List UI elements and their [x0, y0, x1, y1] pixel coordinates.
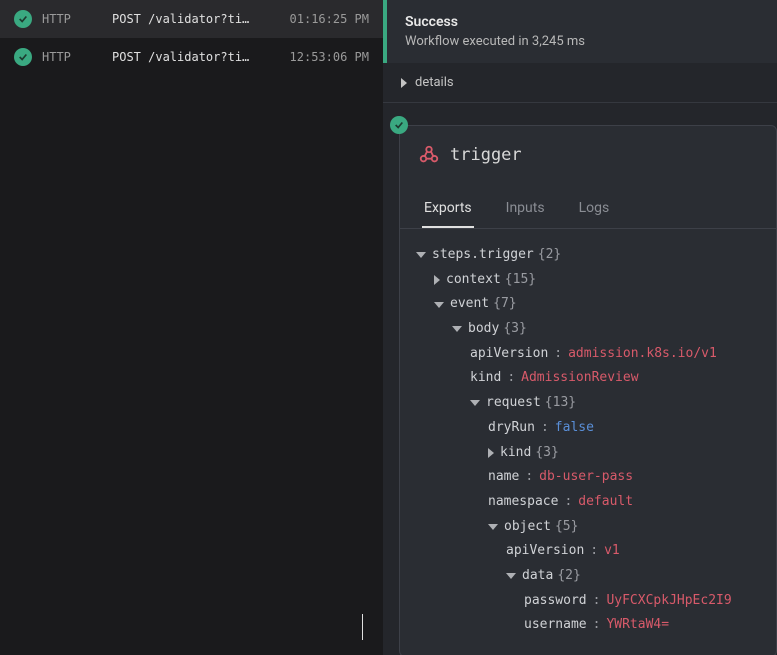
success-subtitle: Workflow executed in 3,245 ms: [405, 34, 759, 49]
tab-inputs[interactable]: Inputs: [504, 190, 547, 228]
trigger-header: trigger: [400, 126, 776, 182]
tree-node[interactable]: kind {3}: [416, 441, 760, 466]
trigger-card: trigger Exports Inputs Logs steps.trigge…: [399, 125, 777, 655]
tree-leaf[interactable]: apiVersion: v1: [416, 539, 760, 564]
tab-logs[interactable]: Logs: [577, 190, 612, 228]
tree-node[interactable]: steps.trigger {2}: [416, 243, 760, 268]
log-protocol: HTTP: [42, 50, 102, 64]
log-protocol: HTTP: [42, 12, 102, 26]
chevron-down-icon: [452, 326, 462, 332]
success-banner: Success Workflow executed in 3,245 ms: [383, 0, 777, 63]
trigger-title: trigger: [450, 145, 522, 165]
details-toggle[interactable]: details: [383, 63, 777, 103]
success-check-icon: [390, 116, 408, 134]
log-time: 01:16:25 PM: [290, 12, 369, 26]
tree-leaf[interactable]: namespace: default: [416, 490, 760, 515]
chevron-down-icon: [488, 524, 498, 530]
log-path: POST /validator?ti…: [112, 50, 280, 64]
log-row[interactable]: HTTP POST /validator?ti… 12:53:06 PM: [0, 38, 383, 76]
chevron-down-icon: [416, 252, 426, 258]
detail-panel: Success Workflow executed in 3,245 ms de…: [383, 0, 777, 655]
log-row[interactable]: HTTP POST /validator?ti… 01:16:25 PM: [0, 0, 383, 38]
tree-node[interactable]: body {3}: [416, 317, 760, 342]
tree-node[interactable]: context {15}: [416, 268, 760, 293]
chevron-right-icon: [488, 448, 494, 458]
chevron-down-icon: [434, 302, 444, 308]
chevron-right-icon: [434, 275, 440, 285]
tree-leaf[interactable]: kind: AdmissionReview: [416, 366, 760, 391]
chevron-down-icon: [506, 573, 516, 579]
log-time: 12:53:06 PM: [290, 50, 369, 64]
exports-tree: steps.trigger {2} context {15} event {7}…: [400, 229, 776, 644]
tree-node[interactable]: data {2}: [416, 564, 760, 589]
tree-node[interactable]: object {5}: [416, 515, 760, 540]
text-cursor: [362, 614, 363, 640]
chevron-down-icon: [470, 400, 480, 406]
webhook-icon: [418, 144, 440, 166]
success-check-icon: [14, 10, 32, 28]
trigger-tabs: Exports Inputs Logs: [400, 190, 776, 229]
success-title: Success: [405, 14, 759, 30]
tree-leaf[interactable]: name: db-user-pass: [416, 465, 760, 490]
tree-node[interactable]: event {7}: [416, 292, 760, 317]
details-label: details: [415, 75, 454, 90]
success-check-icon: [14, 48, 32, 66]
tab-exports[interactable]: Exports: [422, 190, 474, 228]
log-path: POST /validator?ti…: [112, 12, 280, 26]
tree-leaf[interactable]: username: YWRtaW4=: [416, 613, 760, 638]
tree-leaf[interactable]: password: UyFCXCpkJHpEc2I9: [416, 589, 760, 614]
tree-leaf[interactable]: apiVersion: admission.k8s.io/v1: [416, 342, 760, 367]
tree-leaf[interactable]: dryRun: false: [416, 416, 760, 441]
chevron-right-icon: [401, 78, 407, 88]
tree-node[interactable]: request {13}: [416, 391, 760, 416]
event-log-panel: HTTP POST /validator?ti… 01:16:25 PM HTT…: [0, 0, 383, 655]
